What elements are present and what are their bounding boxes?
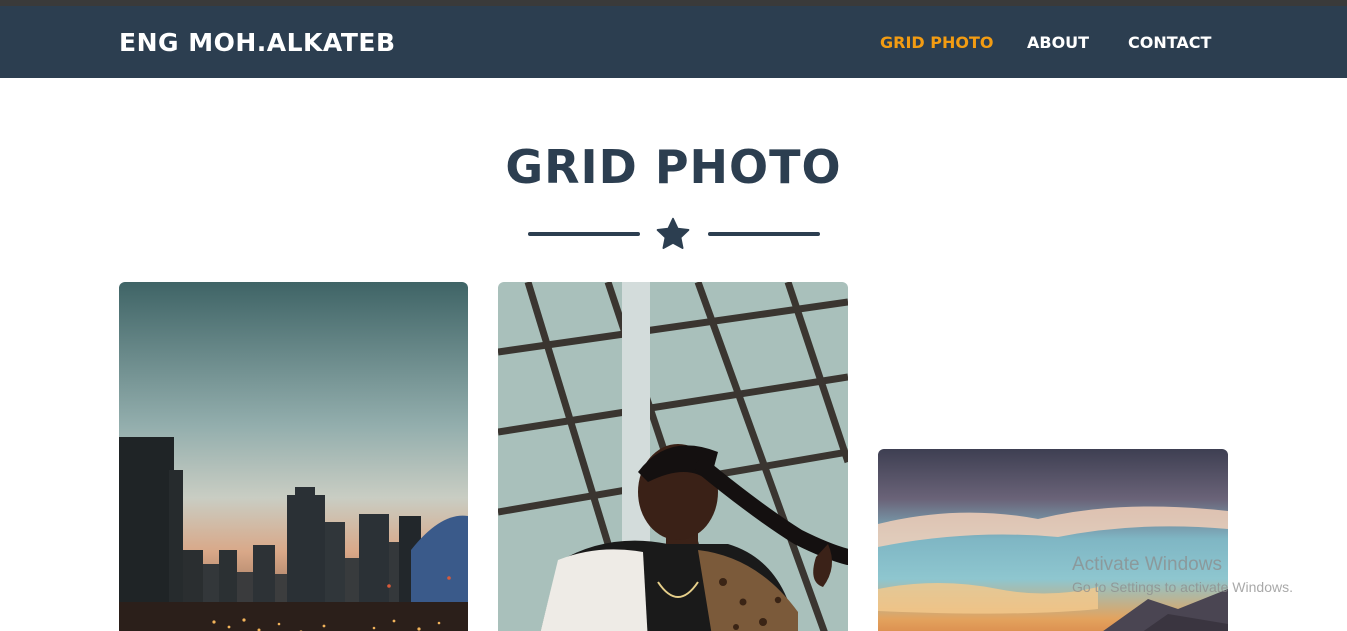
watermark-title: Activate Windows — [1072, 554, 1222, 575]
nav-link-about[interactable]: ABOUT — [1027, 33, 1089, 52]
gallery-photo-sunset[interactable] — [878, 449, 1228, 631]
brand-logo[interactable]: ENG MOH.ALKATEB — [119, 28, 396, 57]
watermark-subtitle: Go to Settings to activate Windows. — [1072, 579, 1293, 595]
city-skyline-image — [119, 282, 468, 631]
sunset-image — [878, 449, 1228, 631]
gallery-photo-portrait[interactable] — [498, 282, 848, 631]
gallery-photo-city[interactable] — [119, 282, 468, 631]
section-title: GRID PHOTO — [505, 140, 842, 194]
star-icon — [656, 217, 690, 249]
portrait-image — [498, 282, 848, 631]
divider-line-left — [528, 232, 640, 236]
navbar: ENG MOH.ALKATEB GRID PHOTO ABOUT CONTACT — [0, 6, 1347, 78]
nav-link-contact[interactable]: CONTACT — [1128, 33, 1211, 52]
divider-line-right — [708, 232, 820, 236]
activate-windows-watermark: Activate Windows Go to Settings to activ… — [1072, 554, 1293, 595]
nav-link-grid-photo[interactable]: GRID PHOTO — [880, 33, 994, 52]
